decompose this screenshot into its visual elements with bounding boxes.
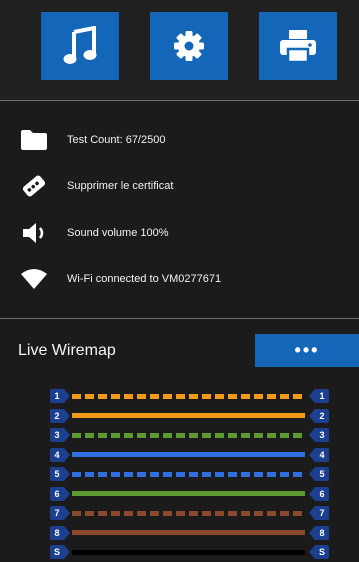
- settings-button[interactable]: [150, 12, 228, 80]
- sound-row: Sound volume 100%: [0, 213, 359, 253]
- wire-7: [72, 510, 305, 516]
- pin-left-S: S: [50, 545, 70, 559]
- pin-left-2: 2: [50, 408, 70, 423]
- pin-right-3: 3: [309, 428, 329, 442]
- wire-4: [72, 452, 305, 457]
- pin-left-8: 8: [50, 525, 70, 540]
- pin-left-3: 3: [50, 428, 70, 442]
- wire-5: [72, 471, 305, 477]
- divider: [0, 100, 359, 101]
- wifi-icon: [18, 263, 50, 295]
- certificate-text: Supprimer le certificat: [67, 180, 174, 192]
- toolbar: [0, 0, 359, 100]
- pin-left-7: 7: [50, 506, 70, 520]
- pin-left-6: 6: [50, 486, 70, 501]
- volume-icon: [18, 217, 50, 249]
- pin-right-1: 1: [309, 389, 329, 403]
- more-options-button[interactable]: •••: [255, 334, 359, 367]
- folder-icon: [18, 124, 50, 156]
- wire-S: [72, 549, 305, 555]
- pin-left-4: 4: [50, 447, 70, 462]
- pin-right-2: 2: [309, 408, 329, 423]
- pin-right-5: 5: [309, 467, 329, 481]
- more-dots-icon: •••: [294, 340, 320, 360]
- certificate-icon: [18, 170, 50, 202]
- music-button[interactable]: [41, 12, 119, 80]
- wiremap-title: Live Wiremap: [18, 342, 116, 359]
- pin-left-1: 1: [50, 389, 70, 403]
- pin-right-6: 6: [309, 486, 329, 501]
- wifi-row: Wi-Fi connected to VM0277671: [0, 259, 359, 299]
- pin-right-4: 4: [309, 447, 329, 462]
- gear-icon: [174, 31, 204, 61]
- wire-3: [72, 432, 305, 438]
- pin-right-8: 8: [309, 525, 329, 540]
- wifi-text: Wi-Fi connected to VM0277671: [67, 273, 222, 285]
- printer-icon: [280, 30, 316, 64]
- divider: [0, 318, 359, 319]
- wiremap-diagram: 1 1 2 2 3 3 4 4 5 5 6 6 7 7 8 8 S S: [0, 386, 359, 562]
- wire-6: [72, 491, 305, 496]
- wire-8: [72, 530, 305, 535]
- music-note-icon: [63, 26, 97, 64]
- certificate-row: Supprimer le certificat: [0, 166, 359, 206]
- test-count-text: Test Count: 67/2500: [67, 134, 166, 146]
- print-button[interactable]: [259, 12, 337, 80]
- pin-right-S: S: [309, 545, 329, 559]
- wire-2: [72, 413, 305, 418]
- pin-right-7: 7: [309, 506, 329, 520]
- test-count-row: Test Count: 67/2500: [0, 120, 359, 160]
- sound-text: Sound volume 100%: [67, 227, 169, 239]
- pin-left-5: 5: [50, 467, 70, 481]
- wire-1: [72, 393, 305, 399]
